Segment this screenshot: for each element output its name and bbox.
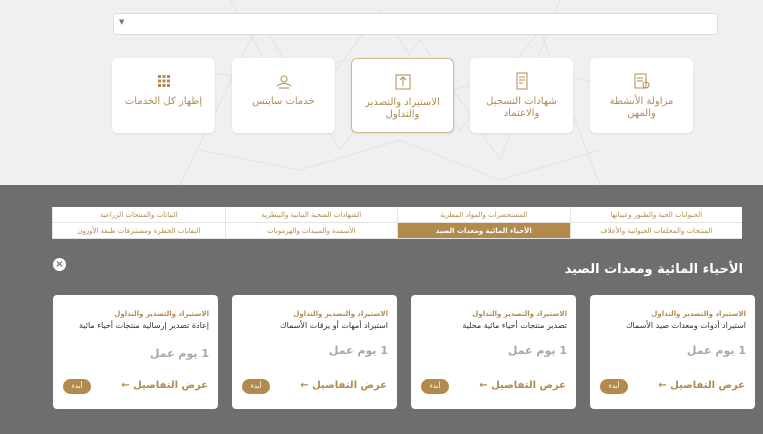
start-button[interactable]: أبدء: [242, 379, 270, 394]
service-card-label: خدمات سايتس: [252, 96, 315, 107]
card-category: الاستيراد والتصدير والتداول: [293, 310, 388, 318]
start-button[interactable]: أبدء: [63, 379, 91, 394]
category-tabs: الحيوانات الحية والطيور وعيناتها المستحض…: [52, 207, 742, 239]
card-title: استيراد أدوات ومعدات صيد الأسماك: [625, 321, 746, 330]
service-card[interactable]: الاستيراد والتصدير والتداول تصدير منتجات…: [411, 295, 576, 409]
import-export-icon: [352, 73, 453, 91]
card-title: إعادة تصدير إرسالية منتجات أحياء مائية: [79, 321, 209, 330]
tab-animal-products[interactable]: المنتجات والمخلفات الحيوانية والأعلاف: [569, 223, 742, 239]
certificate-icon: [470, 72, 573, 90]
tab-row: المنتجات والمخلفات الحيوانية والأعلاف ال…: [52, 223, 742, 239]
service-card[interactable]: الاستيراد والتصدير والتداول إعادة تصدير …: [53, 295, 218, 409]
cites-services-card[interactable]: خدمات سايتس: [232, 58, 335, 133]
card-duration: 1 يوم عمل: [686, 344, 746, 357]
card-category: الاستيراد والتصدير والتداول: [651, 310, 746, 318]
service-card-label: إظهار كل الخدمات: [124, 96, 203, 107]
service-card-label: الاستيراد والتصدير والتداول: [365, 97, 440, 120]
card-category: الاستيراد والتصدير والتداول: [472, 310, 567, 318]
section-title: الأحياء المائية ومعدات الصيد: [564, 262, 743, 277]
service-card[interactable]: الاستيراد والتصدير والتداول استيراد أدوا…: [590, 295, 755, 409]
card-category: الاستيراد والتصدير والتداول: [114, 310, 209, 318]
tab-row: الحيوانات الحية والطيور وعيناتها المستحض…: [52, 207, 742, 223]
service-search-select[interactable]: ▼: [113, 13, 718, 35]
start-button[interactable]: أبدء: [600, 379, 628, 394]
card-duration: 1 يوم عمل: [328, 344, 388, 357]
view-details-link[interactable]: عرض التفاصيل ←: [121, 380, 208, 391]
card-title: استيراد أمهات أو يرقات الأسماك: [280, 321, 388, 330]
tab-health-certificates[interactable]: الشهادات الصحية النباتية والبيطرية: [224, 207, 397, 223]
cites-icon: [232, 72, 335, 90]
tab-plants[interactable]: النباتات والمنتجات الزراعية: [52, 207, 225, 223]
service-card[interactable]: الاستيراد والتصدير والتداول استيراد أمها…: [232, 295, 397, 409]
start-button[interactable]: أبدء: [421, 379, 449, 394]
view-details-link[interactable]: عرض التفاصيل ←: [479, 380, 566, 391]
card-title: تصدير منتجات أحياء مائية محلية: [462, 321, 567, 330]
card-duration: 1 يوم عمل: [149, 347, 209, 360]
service-card-label: شهادات التسجيل والاعتماد: [486, 96, 557, 119]
chevron-down-icon[interactable]: ▼: [119, 18, 124, 26]
certificates-card[interactable]: شهادات التسجيل والاعتماد: [470, 58, 573, 133]
tab-live-animals[interactable]: الحيوانات الحية والطيور وعيناتها: [569, 207, 742, 223]
view-details-link[interactable]: عرض التفاصيل ←: [300, 380, 387, 391]
tab-hazardous-waste[interactable]: النفايات الخطرة ومستنزفات طبقة الأوزون: [52, 223, 225, 239]
activities-icon: [590, 72, 693, 90]
show-all-services-card[interactable]: إظهار كل الخدمات: [112, 58, 215, 133]
view-details-link[interactable]: عرض التفاصيل ←: [658, 380, 745, 391]
card-duration: 1 يوم عمل: [507, 344, 567, 357]
tab-aquatic-life[interactable]: الأحياء المائية ومعدات الصيد: [397, 223, 570, 239]
services-header: ▼ إظهار كل الخدمات خدمات سايتس الاستيراد…: [0, 0, 763, 185]
tab-fertilizers[interactable]: الأسمدة والمبيدات والهرمونات: [224, 223, 397, 239]
import-export-card[interactable]: الاستيراد والتصدير والتداول: [351, 58, 454, 133]
close-icon[interactable]: ×: [53, 258, 66, 271]
activities-card[interactable]: مزاولة الأنشطة والمهن: [590, 58, 693, 133]
grid-icon: [112, 72, 215, 90]
tab-veterinary-products[interactable]: المستحضرات والمواد البيطرية: [397, 207, 570, 223]
service-card-label: مزاولة الأنشطة والمهن: [609, 96, 674, 119]
